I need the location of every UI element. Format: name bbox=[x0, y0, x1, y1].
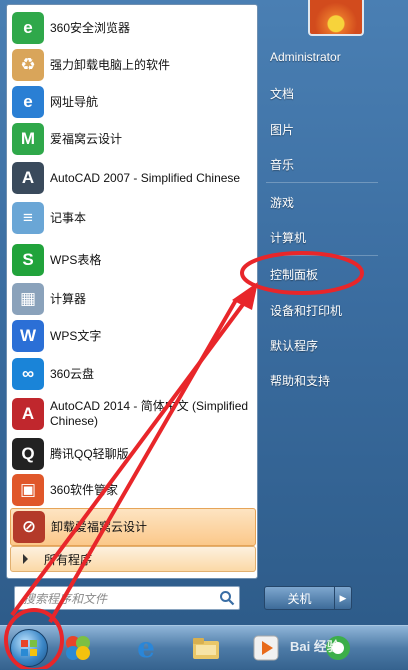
annotation-arrowhead bbox=[232, 282, 258, 310]
annotation-arrow-line bbox=[10, 293, 252, 617]
control-panel-highlight-circle bbox=[240, 251, 364, 295]
annotation-overlay bbox=[4, 251, 364, 669]
